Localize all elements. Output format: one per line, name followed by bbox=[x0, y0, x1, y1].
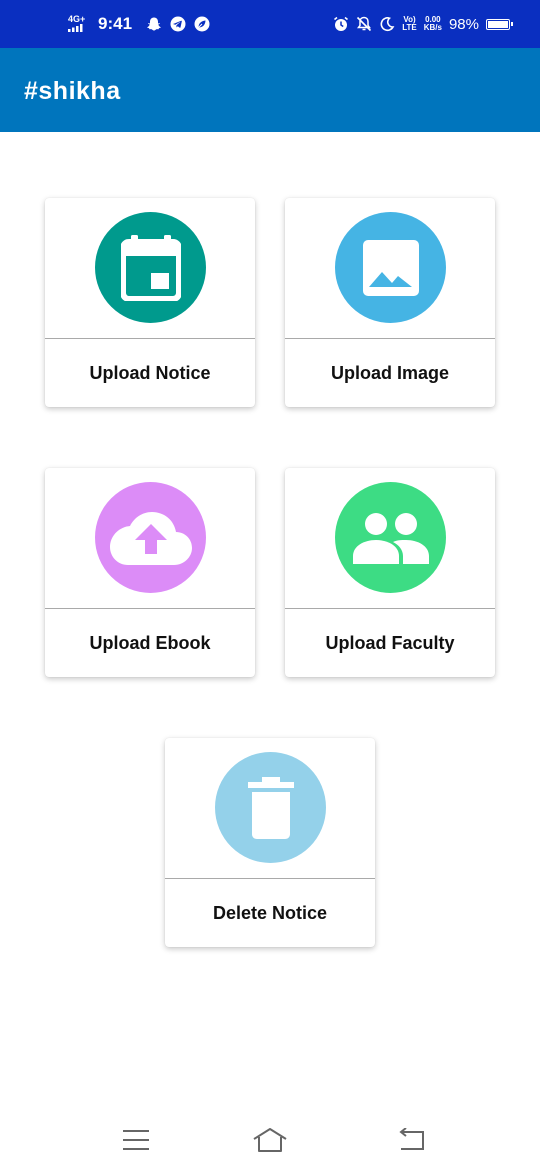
upload-faculty-label: Upload Faculty bbox=[325, 632, 455, 653]
network-speed: 0.00 KB/s bbox=[423, 15, 442, 32]
upload-notice-label: Upload Notice bbox=[89, 362, 211, 383]
upload-ebook-label: Upload Ebook bbox=[89, 632, 211, 653]
image-icon bbox=[362, 239, 419, 296]
upload-faculty-card[interactable]: Upload Faculty bbox=[285, 468, 495, 677]
upload-faculty-icon-circle bbox=[335, 482, 446, 593]
signal-icon bbox=[68, 23, 83, 32]
moon-icon bbox=[379, 16, 395, 32]
mute-icon bbox=[356, 16, 372, 32]
volte-indicator: Vo) LTE bbox=[402, 15, 417, 32]
battery-level bbox=[488, 20, 508, 28]
network-indicator: 4G+ bbox=[68, 14, 88, 34]
snapchat-icon bbox=[146, 16, 162, 32]
clock: 9:41 bbox=[98, 14, 133, 33]
upload-image-card[interactable]: Upload Image bbox=[285, 198, 495, 407]
back-icon bbox=[399, 1128, 424, 1150]
alarm-icon bbox=[333, 16, 349, 32]
menu-icon bbox=[123, 1130, 149, 1150]
upload-ebook-icon-circle bbox=[95, 482, 206, 593]
app-title: #shikha bbox=[24, 77, 121, 105]
delete-notice-icon-circle bbox=[215, 752, 326, 863]
telegram-icon bbox=[170, 16, 186, 32]
upload-image-icon-circle bbox=[335, 212, 446, 323]
delete-notice-label: Delete Notice bbox=[212, 902, 328, 923]
group-icon bbox=[352, 512, 429, 564]
leaf-icon bbox=[194, 16, 210, 32]
upload-notice-card[interactable]: Upload Notice bbox=[45, 198, 255, 407]
cloud-upload-icon bbox=[109, 511, 192, 565]
home-button[interactable] bbox=[252, 1124, 288, 1156]
menu-button[interactable] bbox=[118, 1124, 154, 1156]
delete-icon bbox=[247, 776, 294, 839]
upload-ebook-card[interactable]: Upload Ebook bbox=[45, 468, 255, 677]
status-bar: 4G+ 9:41 Vo) LTE 0.00 KB/s 98% bbox=[0, 0, 540, 48]
upload-notice-icon-circle bbox=[95, 212, 206, 323]
upload-image-label: Upload Image bbox=[330, 362, 450, 383]
system-nav-bar bbox=[0, 1110, 540, 1170]
app-bar: #shikha bbox=[0, 48, 540, 132]
calendar-icon bbox=[120, 234, 181, 301]
battery-icon bbox=[486, 18, 513, 30]
home-icon bbox=[253, 1128, 287, 1152]
delete-notice-card[interactable]: Delete Notice bbox=[165, 738, 375, 947]
back-button[interactable] bbox=[393, 1124, 429, 1156]
battery-percent: 98% bbox=[448, 15, 479, 33]
